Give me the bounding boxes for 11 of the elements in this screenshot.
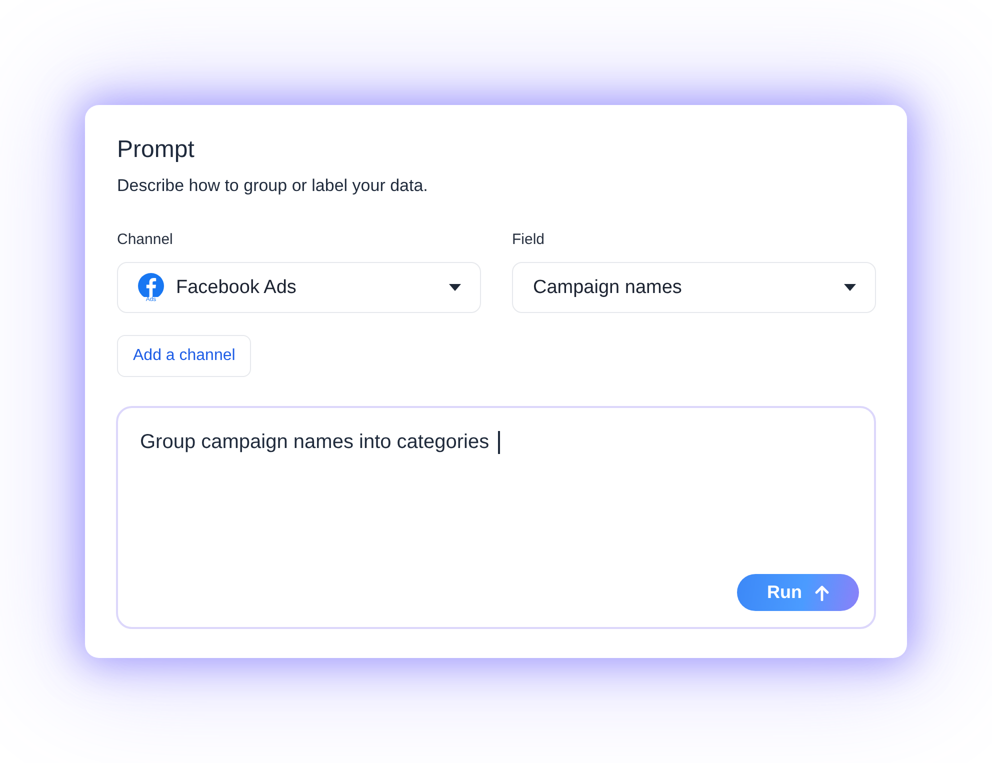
caret-icon (449, 284, 461, 291)
card-title: Prompt (117, 135, 194, 165)
add-channel-button[interactable]: Add a channel (117, 335, 252, 377)
card-description: Describe how to group or label your data. (117, 175, 428, 197)
dropdown-select[interactable]: Campaign names (512, 262, 876, 313)
field-label: Channel (117, 230, 173, 250)
caret-icon (844, 284, 856, 291)
field-label: Field (512, 230, 545, 250)
prompt-input[interactable]: Group campaign names into categories Run (116, 406, 876, 629)
arrow-up-icon (815, 584, 829, 600)
logo-icon (138, 272, 164, 296)
